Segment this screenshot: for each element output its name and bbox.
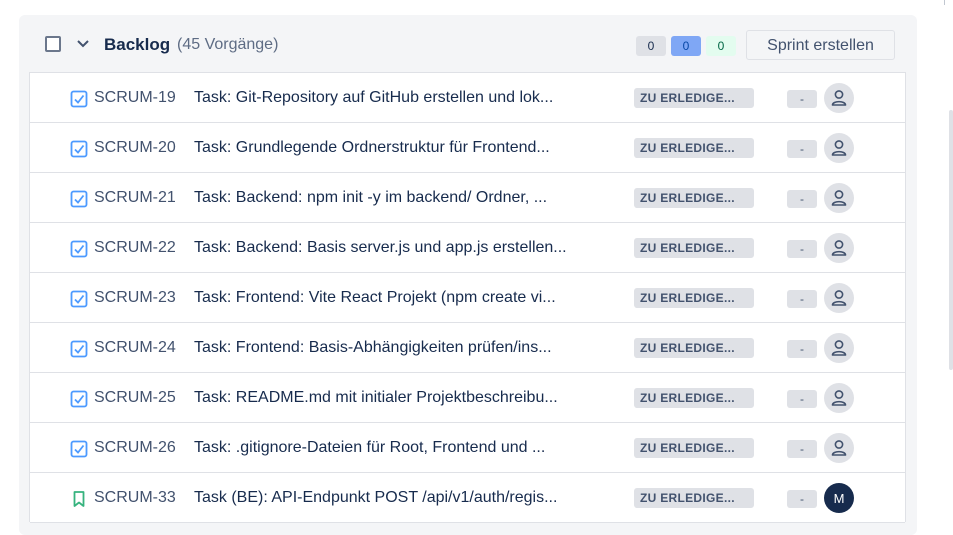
- unassigned-user-icon[interactable]: [824, 333, 854, 363]
- estimate-badge[interactable]: -: [787, 440, 817, 458]
- issue-row[interactable]: SCRUM-24 Task: Frontend: Basis-Abhängigke…: [30, 323, 905, 373]
- issue-row[interactable]: SCRUM-19 Task: Git-Repository auf GitHub …: [30, 73, 905, 123]
- issue-summary[interactable]: Task: Backend: Basis server.js und app.j…: [194, 239, 567, 257]
- issue-summary[interactable]: Task: README.md mit initialer Projektbes…: [194, 389, 558, 407]
- issue-summary[interactable]: Task: .gitignore-Dateien für Root, Front…: [194, 439, 545, 457]
- select-all-checkbox[interactable]: [45, 36, 61, 52]
- status-dropdown[interactable]: ZU ERLEDIGE...: [634, 438, 754, 458]
- unassigned-user-icon[interactable]: [824, 233, 854, 263]
- issue-summary[interactable]: Task: Frontend: Vite React Projekt (npm …: [194, 289, 556, 307]
- task-checkbox-icon: [70, 440, 88, 458]
- estimate-badge[interactable]: -: [787, 240, 817, 258]
- status-dropdown[interactable]: ZU ERLEDIGE...: [634, 188, 754, 208]
- issue-summary[interactable]: Task: Grundlegende Ordnerstruktur für Fr…: [194, 139, 550, 157]
- issue-summary[interactable]: Task: Git-Repository auf GitHub erstelle…: [194, 89, 553, 107]
- status-dropdown[interactable]: ZU ERLEDIGE...: [634, 138, 754, 158]
- task-checkbox-icon: [70, 90, 88, 108]
- estimate-badge[interactable]: -: [787, 190, 817, 208]
- status-dropdown[interactable]: ZU ERLEDIGE...: [634, 488, 754, 508]
- unassigned-user-icon[interactable]: [824, 183, 854, 213]
- issue-key[interactable]: SCRUM-19: [94, 89, 176, 107]
- in-progress-points-badge: 0: [671, 36, 701, 56]
- issue-row[interactable]: SCRUM-23 Task: Frontend: Vite React Proje…: [30, 273, 905, 323]
- issue-row[interactable]: SCRUM-21 Task: Backend: npm init -y im ba…: [30, 173, 905, 223]
- issue-key[interactable]: SCRUM-23: [94, 289, 176, 307]
- task-checkbox-icon: [70, 390, 88, 408]
- issue-key[interactable]: SCRUM-33: [94, 489, 176, 507]
- estimate-badge[interactable]: -: [787, 340, 817, 358]
- scroll-edge: [944, 0, 945, 5]
- issue-row[interactable]: SCRUM-20 Task: Grundlegende Ordnerstruktu…: [30, 123, 905, 173]
- chevron-down-icon[interactable]: [75, 37, 91, 51]
- estimate-badge[interactable]: -: [787, 390, 817, 408]
- issue-key[interactable]: SCRUM-25: [94, 389, 176, 407]
- unassigned-user-icon[interactable]: [824, 133, 854, 163]
- unassigned-user-icon[interactable]: [824, 433, 854, 463]
- story-bookmark-icon: [70, 490, 88, 508]
- task-checkbox-icon: [70, 190, 88, 208]
- unassigned-user-icon[interactable]: [824, 83, 854, 113]
- issue-list: SCRUM-19 Task: Git-Repository auf GitHub …: [29, 72, 906, 523]
- scrollbar[interactable]: [949, 110, 953, 370]
- issue-key[interactable]: SCRUM-21: [94, 189, 176, 207]
- status-dropdown[interactable]: ZU ERLEDIGE...: [634, 238, 754, 258]
- issue-summary[interactable]: Task: Backend: npm init -y im backend/ O…: [194, 189, 547, 207]
- issue-row[interactable]: SCRUM-26 Task: .gitignore-Dateien für Roo…: [30, 423, 905, 473]
- status-dropdown[interactable]: ZU ERLEDIGE...: [634, 88, 754, 108]
- status-dropdown[interactable]: ZU ERLEDIGE...: [634, 388, 754, 408]
- issue-key[interactable]: SCRUM-24: [94, 339, 176, 357]
- unassigned-user-icon[interactable]: [824, 283, 854, 313]
- todo-points-badge: 0: [636, 36, 666, 56]
- assignee-avatar[interactable]: M: [824, 483, 854, 513]
- estimate-badge[interactable]: -: [787, 290, 817, 308]
- issue-key[interactable]: SCRUM-26: [94, 439, 176, 457]
- status-dropdown[interactable]: ZU ERLEDIGE...: [634, 338, 754, 358]
- issue-row[interactable]: SCRUM-33 Task (BE): API-Endpunkt POST /ap…: [30, 473, 905, 523]
- backlog-header: Backlog (45 Vorgänge) 0 0 0 Sprint erste…: [19, 15, 917, 73]
- issue-summary[interactable]: Task (BE): API-Endpunkt POST /api/v1/aut…: [194, 489, 557, 507]
- estimate-badge[interactable]: -: [787, 140, 817, 158]
- issue-key[interactable]: SCRUM-20: [94, 139, 176, 157]
- issue-summary[interactable]: Task: Frontend: Basis-Abhängigkeiten prü…: [194, 339, 552, 357]
- estimate-badge[interactable]: -: [787, 490, 817, 508]
- task-checkbox-icon: [70, 290, 88, 308]
- backlog-title: Backlog: [104, 35, 171, 54]
- issue-row[interactable]: SCRUM-25 Task: README.md mit initialer Pr…: [30, 373, 905, 423]
- issue-key[interactable]: SCRUM-22: [94, 239, 176, 257]
- task-checkbox-icon: [70, 340, 88, 358]
- create-sprint-button[interactable]: Sprint erstellen: [746, 30, 895, 60]
- status-dropdown[interactable]: ZU ERLEDIGE...: [634, 288, 754, 308]
- task-checkbox-icon: [70, 240, 88, 258]
- issue-row[interactable]: SCRUM-22 Task: Backend: Basis server.js u…: [30, 223, 905, 273]
- unassigned-user-icon[interactable]: [824, 383, 854, 413]
- done-points-badge: 0: [706, 36, 736, 56]
- issue-count: (45 Vorgänge): [177, 36, 279, 53]
- estimate-badge[interactable]: -: [787, 90, 817, 108]
- task-checkbox-icon: [70, 140, 88, 158]
